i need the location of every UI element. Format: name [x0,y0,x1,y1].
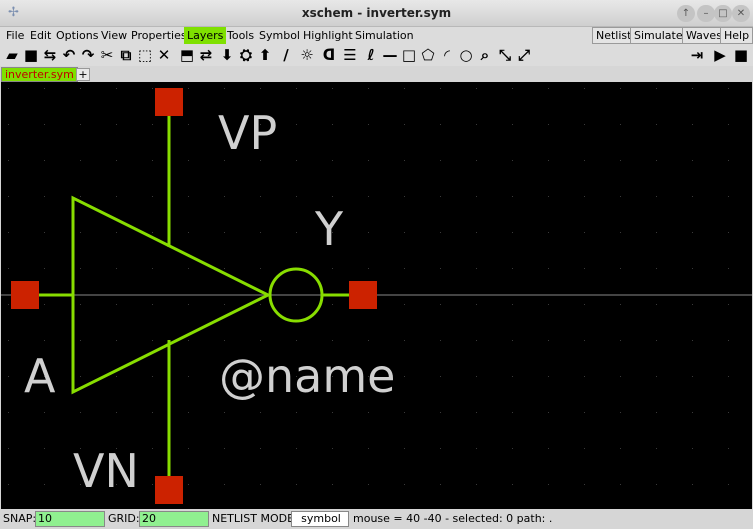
window-maximize-icon[interactable]: □ [714,5,732,22]
play-icon[interactable]: ▶ [711,46,729,64]
gate-icon[interactable]: ᗡ [320,46,338,64]
menubar: File Edit Options View Properties Layers… [0,27,753,44]
save-icon[interactable]: ■ [22,46,40,64]
menu-file[interactable]: File [3,27,27,44]
menu-edit[interactable]: Edit [27,27,54,44]
status-bar: SNAP: 10 GRID: 20 NETLIST MODE: symbol m… [0,509,753,529]
window-shade-icon[interactable]: ↑ [677,5,695,22]
polygon-icon[interactable]: ⬠ [419,46,437,64]
menu-symbol[interactable]: Symbol [256,27,303,44]
schematic-drawing[interactable]: VP Y A @name VN [1,82,752,509]
menu-tools[interactable]: Tools [224,27,257,44]
move-icon[interactable]: ⬚ [136,46,154,64]
line-icon[interactable]: — [381,46,399,64]
menu-highlight[interactable]: Highlight [300,27,356,44]
window-close-icon[interactable]: ✕ [732,5,750,22]
pin-vp[interactable] [155,88,183,116]
add-tab-button[interactable]: + [76,68,90,81]
step-in-icon[interactable]: ⇥ [688,46,706,64]
label-name: @name [219,349,395,403]
status-info: mouse = 40 -40 - selected: 0 path: . [353,512,553,525]
search-icon[interactable]: ⌕ [476,46,494,64]
zoom-in-icon[interactable]: ⤡ [496,46,514,64]
circle-icon[interactable]: ○ [457,46,475,64]
netlist-mode-label: NETLIST MODE: [212,512,298,525]
tab-inverter-sym[interactable]: inverter.sym [1,67,78,82]
zoom-out-icon[interactable]: ⤢ [515,46,533,64]
help-button[interactable]: Help [720,27,753,44]
grid-label: GRID: [108,512,140,525]
reload-icon[interactable]: ⇆ [41,46,59,64]
pin-icon[interactable]: ℓ [362,46,380,64]
rect-icon[interactable]: □ [400,46,418,64]
label-vp: VP [218,106,277,160]
open-folder-icon[interactable]: ▰ [3,46,21,64]
snap-input[interactable]: 10 [35,511,105,527]
pin-a[interactable] [11,281,39,309]
list-icon[interactable]: ☰ [341,46,359,64]
tab-bar: inverter.sym + [0,66,753,82]
arc-icon[interactable]: ◜ [438,46,456,64]
netlist-mode-value[interactable]: symbol [291,511,349,527]
netlist-button[interactable]: Netlist [592,27,636,44]
simulate-button[interactable]: Simulate [630,27,687,44]
snap-label: SNAP: [3,512,37,525]
undo-icon[interactable]: ↶ [60,46,78,64]
cut-icon[interactable]: ✂ [98,46,116,64]
pin-y[interactable] [349,281,377,309]
delete-icon[interactable]: ✕ [155,46,173,64]
menu-simulation[interactable]: Simulation [352,27,417,44]
netlist-icon[interactable]: ⛭ [237,46,255,64]
window-minimize-icon[interactable]: – [697,5,715,22]
menu-properties[interactable]: Properties [128,27,190,44]
copy-icon[interactable]: ⧉ [117,46,135,64]
window-title: xschem - inverter.sym [301,6,452,20]
pencil-icon[interactable]: ∕ [277,46,295,64]
menu-options[interactable]: Options [53,27,101,44]
schematic-canvas[interactable]: VP Y A @name VN [1,82,752,509]
label-vn: VN [73,444,139,498]
grid-input[interactable]: 20 [139,511,209,527]
stop-icon[interactable]: ■ [732,46,750,64]
pin-vn[interactable] [155,476,183,504]
label-a: A [24,349,56,403]
push-icon[interactable]: ⬒ [178,46,196,64]
window-titlebar: ✢ xschem - inverter.sym ↑ – □ ✕ [0,0,753,27]
redo-icon[interactable]: ↷ [79,46,97,64]
light-icon[interactable]: ☼ [298,46,316,64]
label-y: Y [314,202,344,256]
down-icon[interactable]: ⬇ [218,46,236,64]
swap-icon[interactable]: ⇄ [197,46,215,64]
menu-layers[interactable]: Layers [184,27,227,44]
menu-view[interactable]: View [98,27,130,44]
toolbar: ▰ ■ ⇆ ↶ ↷ ✂ ⧉ ⬚ ✕ ⬒ ⇄ ⬇ ⛭ ⬆ ∕ ☼ ᗡ ☰ ℓ — □ ⬠ ◜ ○ ⌕ ⤡ ⤢ ⇥ ▶ ■ [0,44,753,66]
up-icon[interactable]: ⬆ [256,46,274,64]
